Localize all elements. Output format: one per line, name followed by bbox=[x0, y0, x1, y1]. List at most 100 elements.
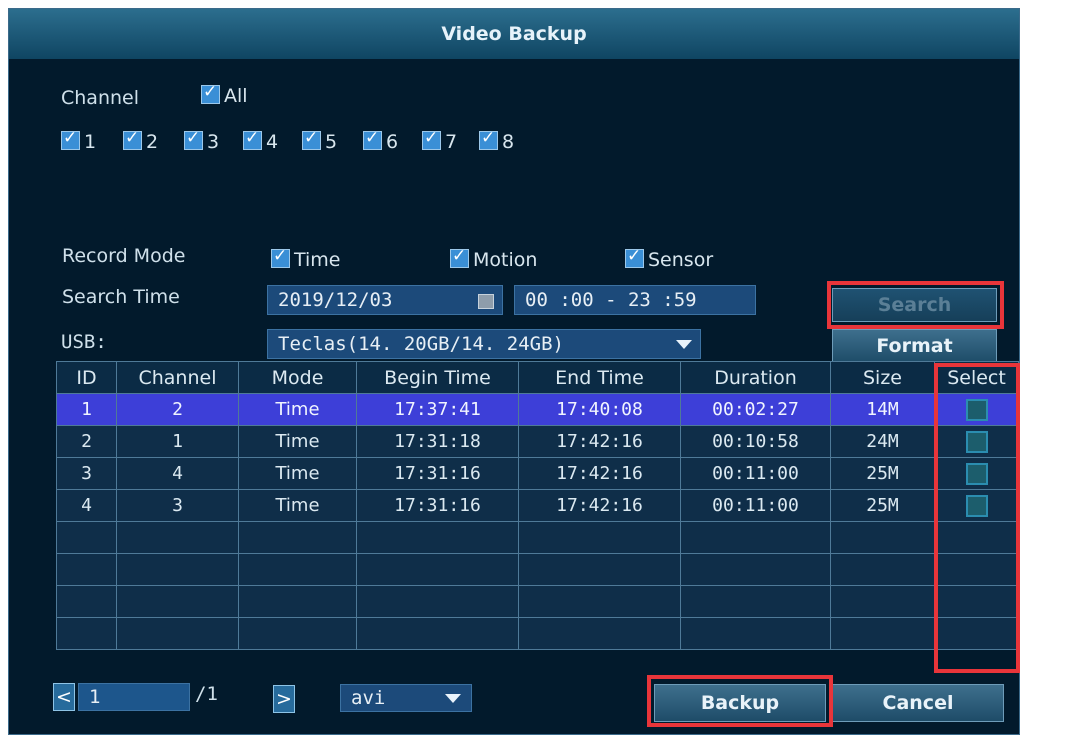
cell-duration: 00:11:00 bbox=[680, 457, 831, 490]
prev-page-button[interactable]: < bbox=[53, 683, 75, 711]
channel-checkbox-1[interactable]: 1 bbox=[61, 128, 96, 153]
check-icon bbox=[271, 246, 290, 268]
empty-cell bbox=[116, 553, 239, 586]
cell-channel: 3 bbox=[116, 489, 239, 522]
channel-checkbox-5[interactable]: 5 bbox=[302, 128, 337, 153]
table-header-row: ID Channel Mode Begin Time End Time Dura… bbox=[56, 361, 1019, 394]
column-header-begin-time: Begin Time bbox=[356, 361, 519, 394]
cell-id: 1 bbox=[56, 393, 117, 426]
cell-duration: 00:11:00 bbox=[680, 489, 831, 522]
check-icon bbox=[422, 128, 441, 150]
empty-cell bbox=[830, 585, 935, 618]
channel-checkbox-3[interactable]: 3 bbox=[184, 128, 219, 153]
check-icon bbox=[479, 128, 498, 150]
file-format-select[interactable]: avi bbox=[340, 684, 472, 712]
record-mode-time-checkbox[interactable]: Time bbox=[271, 246, 341, 271]
table-row[interactable]: 4 3 Time 17:31:16 17:42:16 00:11:00 25M bbox=[56, 489, 1019, 522]
empty-cell bbox=[56, 521, 117, 554]
record-mode-sensor-checkbox[interactable]: Sensor bbox=[625, 246, 713, 271]
cell-size: 25M bbox=[830, 489, 935, 522]
column-header-mode: Mode bbox=[238, 361, 357, 394]
check-icon bbox=[450, 246, 469, 268]
check-icon bbox=[184, 128, 203, 150]
empty-cell bbox=[56, 617, 117, 650]
empty-cell bbox=[238, 521, 357, 554]
cell-mode: Time bbox=[238, 489, 357, 522]
channel-checkbox-6[interactable]: 6 bbox=[363, 128, 398, 153]
check-icon bbox=[201, 82, 220, 104]
cell-channel: 2 bbox=[116, 393, 239, 426]
empty-cell bbox=[680, 617, 831, 650]
empty-cell bbox=[238, 617, 357, 650]
recording-table: ID Channel Mode Begin Time End Time Dura… bbox=[56, 361, 1019, 650]
empty-cell bbox=[518, 521, 681, 554]
record-mode-motion-checkbox[interactable]: Motion bbox=[450, 246, 537, 271]
video-backup-dialog: Video Backup Channel All 12345678 Record… bbox=[8, 8, 1020, 735]
channel-checkbox-4[interactable]: 4 bbox=[243, 128, 278, 153]
empty-cell bbox=[680, 553, 831, 586]
page-total-label: /1 bbox=[195, 683, 218, 705]
check-icon bbox=[625, 246, 644, 268]
empty-cell bbox=[680, 521, 831, 554]
empty-cell bbox=[356, 553, 519, 586]
search-time-range-field[interactable]: 00 :00 - 23 :59 bbox=[514, 285, 756, 315]
cell-id: 2 bbox=[56, 425, 117, 458]
calendar-icon[interactable] bbox=[478, 294, 494, 309]
column-header-channel: Channel bbox=[116, 361, 239, 394]
cell-end-time: 17:42:16 bbox=[518, 489, 681, 522]
table-row[interactable]: 2 1 Time 17:31:18 17:42:16 00:10:58 24M bbox=[56, 425, 1019, 458]
check-icon bbox=[123, 128, 142, 150]
chevron-left-icon: < bbox=[56, 686, 72, 708]
cell-end-time: 17:42:16 bbox=[518, 457, 681, 490]
empty-cell bbox=[238, 585, 357, 618]
empty-cell bbox=[356, 521, 519, 554]
table-row-empty bbox=[56, 585, 1019, 618]
empty-cell bbox=[518, 553, 681, 586]
column-header-end-time: End Time bbox=[518, 361, 681, 394]
next-page-button[interactable]: > bbox=[273, 685, 295, 713]
chevron-down-icon bbox=[676, 340, 692, 349]
cell-duration: 00:10:58 bbox=[680, 425, 831, 458]
cell-id: 3 bbox=[56, 457, 117, 490]
chevron-right-icon: > bbox=[276, 688, 292, 710]
cancel-button[interactable]: Cancel bbox=[832, 684, 1004, 722]
search-highlight-box bbox=[827, 281, 1004, 329]
channel-checkbox-2[interactable]: 2 bbox=[123, 128, 158, 153]
search-date-field[interactable]: 2019/12/03 bbox=[267, 285, 503, 315]
usb-select[interactable]: Teclas(14. 20GB/14. 24GB) bbox=[267, 329, 701, 359]
column-header-size: Size bbox=[830, 361, 935, 394]
channel-checkbox-7[interactable]: 7 bbox=[422, 128, 457, 153]
table-row-empty bbox=[56, 553, 1019, 586]
record-mode-label: Record Mode bbox=[62, 245, 186, 267]
empty-cell bbox=[56, 585, 117, 618]
empty-cell bbox=[116, 617, 239, 650]
page-number-input[interactable]: 1 bbox=[78, 683, 190, 711]
table-row[interactable]: 1 2 Time 17:37:41 17:40:08 00:02:27 14M bbox=[56, 393, 1019, 426]
check-icon bbox=[61, 128, 80, 150]
cell-size: 25M bbox=[830, 457, 935, 490]
cell-mode: Time bbox=[238, 425, 357, 458]
table-row[interactable]: 3 4 Time 17:31:16 17:42:16 00:11:00 25M bbox=[56, 457, 1019, 490]
backup-highlight-box bbox=[647, 675, 833, 727]
format-button[interactable]: Format bbox=[832, 329, 997, 363]
empty-cell bbox=[518, 617, 681, 650]
check-icon bbox=[302, 128, 321, 150]
cell-duration: 00:02:27 bbox=[680, 393, 831, 426]
dialog-title: Video Backup bbox=[9, 9, 1019, 59]
empty-cell bbox=[238, 553, 357, 586]
cell-id: 4 bbox=[56, 489, 117, 522]
channel-all-checkbox[interactable]: All bbox=[201, 82, 248, 107]
empty-cell bbox=[116, 521, 239, 554]
empty-cell bbox=[356, 585, 519, 618]
select-column-highlight-box bbox=[934, 363, 1020, 673]
empty-cell bbox=[518, 585, 681, 618]
channel-checkbox-8[interactable]: 8 bbox=[479, 128, 514, 153]
column-header-id: ID bbox=[56, 361, 117, 394]
empty-cell bbox=[830, 553, 935, 586]
empty-cell bbox=[116, 585, 239, 618]
channel-label: Channel bbox=[61, 87, 140, 109]
cell-mode: Time bbox=[238, 393, 357, 426]
empty-cell bbox=[830, 617, 935, 650]
chevron-down-icon bbox=[445, 694, 461, 703]
cell-begin-time: 17:37:41 bbox=[356, 393, 519, 426]
